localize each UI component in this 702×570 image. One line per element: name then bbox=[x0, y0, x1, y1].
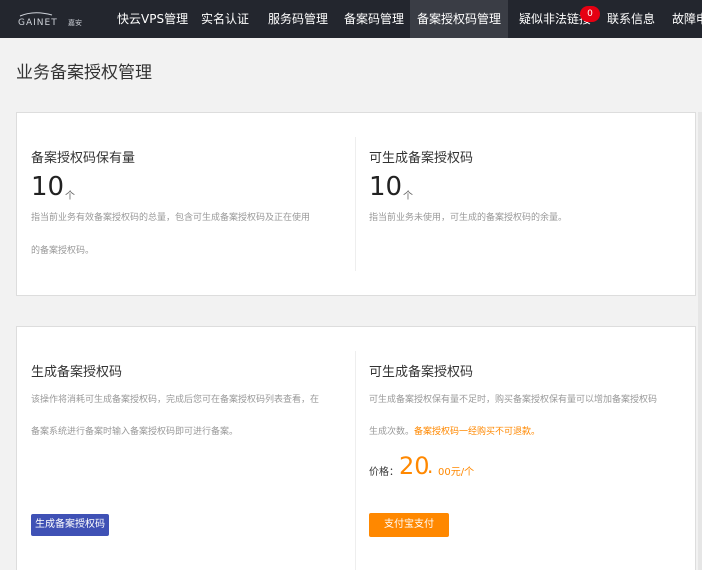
nav-item-service-code[interactable]: 服务码管理 bbox=[268, 0, 328, 38]
purchase-desc-line1: 可生成备案授权保有量不足时，购买备案授权保有量可以增加备案授权码 bbox=[369, 395, 658, 405]
notification-badge: 0 bbox=[580, 6, 600, 22]
top-navbar: GAINET 嘉安 快云VPS管理 实名认证 服务码管理 备案码管理 备案授权码… bbox=[0, 0, 702, 38]
nav-item-record-auth-code[interactable]: 备案授权码管理 bbox=[410, 0, 508, 38]
svg-text:GAINET: GAINET bbox=[18, 18, 58, 28]
generate-desc-line2: 备案系统进行备案时输入备案授权码即可进行备案。 bbox=[31, 427, 239, 437]
held-value: 10 bbox=[31, 172, 65, 202]
purchase-title: 可生成备案授权码 bbox=[369, 365, 474, 380]
available-value: 10 bbox=[369, 172, 403, 202]
scrollbar[interactable] bbox=[698, 112, 702, 570]
price-label: 价格： bbox=[369, 467, 399, 478]
held-unit: 个 bbox=[65, 191, 75, 202]
held-desc-line2: 的备案授权码。 bbox=[31, 246, 95, 256]
held-title: 备案授权码保有量 bbox=[31, 151, 136, 166]
generate-desc-line1: 该操作将消耗可生成备案授权码，完成后您可在备案授权码列表查看，在 bbox=[31, 395, 320, 405]
generate-title: 生成备案授权码 bbox=[31, 365, 123, 380]
logo-icon: GAINET 嘉安 bbox=[18, 12, 82, 28]
no-refund-warning: 备案授权码一经购买不可退款。 bbox=[414, 427, 541, 437]
alipay-button[interactable]: 支付宝支付 bbox=[369, 513, 449, 537]
nav-item-realname[interactable]: 实名认证 bbox=[201, 0, 249, 38]
nav-item-fault[interactable]: 故障申 bbox=[672, 0, 702, 38]
stats-panel: 备案授权码保有量 10 个 指当前业务有效备案授权码的总量，包含可生成备案授权码… bbox=[16, 112, 696, 296]
price-value: 20 bbox=[399, 452, 430, 480]
price-decimal: . bbox=[427, 454, 434, 478]
nav-item-record-code[interactable]: 备案码管理 bbox=[344, 0, 404, 38]
generate-code-button[interactable]: 生成备案授权码 bbox=[31, 514, 109, 536]
available-desc: 指当前业务未使用，可生成的备案授权码的余量。 bbox=[369, 213, 568, 223]
actions-panel: 生成备案授权码 该操作将消耗可生成备案授权码，完成后您可在备案授权码列表查看，在… bbox=[16, 326, 696, 570]
nav-item-suspicious-links[interactable]: 疑似非法链接 bbox=[519, 0, 591, 38]
purchase-desc-line2: 生成次数。备案授权码一经购买不可退款。 bbox=[369, 424, 540, 440]
nav-item-vps[interactable]: 快云VPS管理 bbox=[117, 0, 188, 38]
price-unit: 00元/个 bbox=[438, 467, 475, 478]
gainet-logo[interactable]: GAINET 嘉安 bbox=[18, 12, 94, 28]
stats-divider bbox=[355, 137, 356, 271]
held-desc-line1: 指当前业务有效备案授权码的总量，包含可生成备案授权码及正在使用 bbox=[31, 213, 311, 223]
actions-divider bbox=[355, 351, 356, 570]
svg-text:嘉安: 嘉安 bbox=[68, 18, 82, 27]
available-unit: 个 bbox=[403, 191, 413, 202]
nav-item-contact[interactable]: 联系信息 bbox=[607, 0, 655, 38]
page-title: 业务备案授权管理 bbox=[16, 63, 152, 83]
available-title: 可生成备案授权码 bbox=[369, 151, 474, 166]
purchase-desc-prefix: 生成次数。 bbox=[369, 427, 415, 437]
